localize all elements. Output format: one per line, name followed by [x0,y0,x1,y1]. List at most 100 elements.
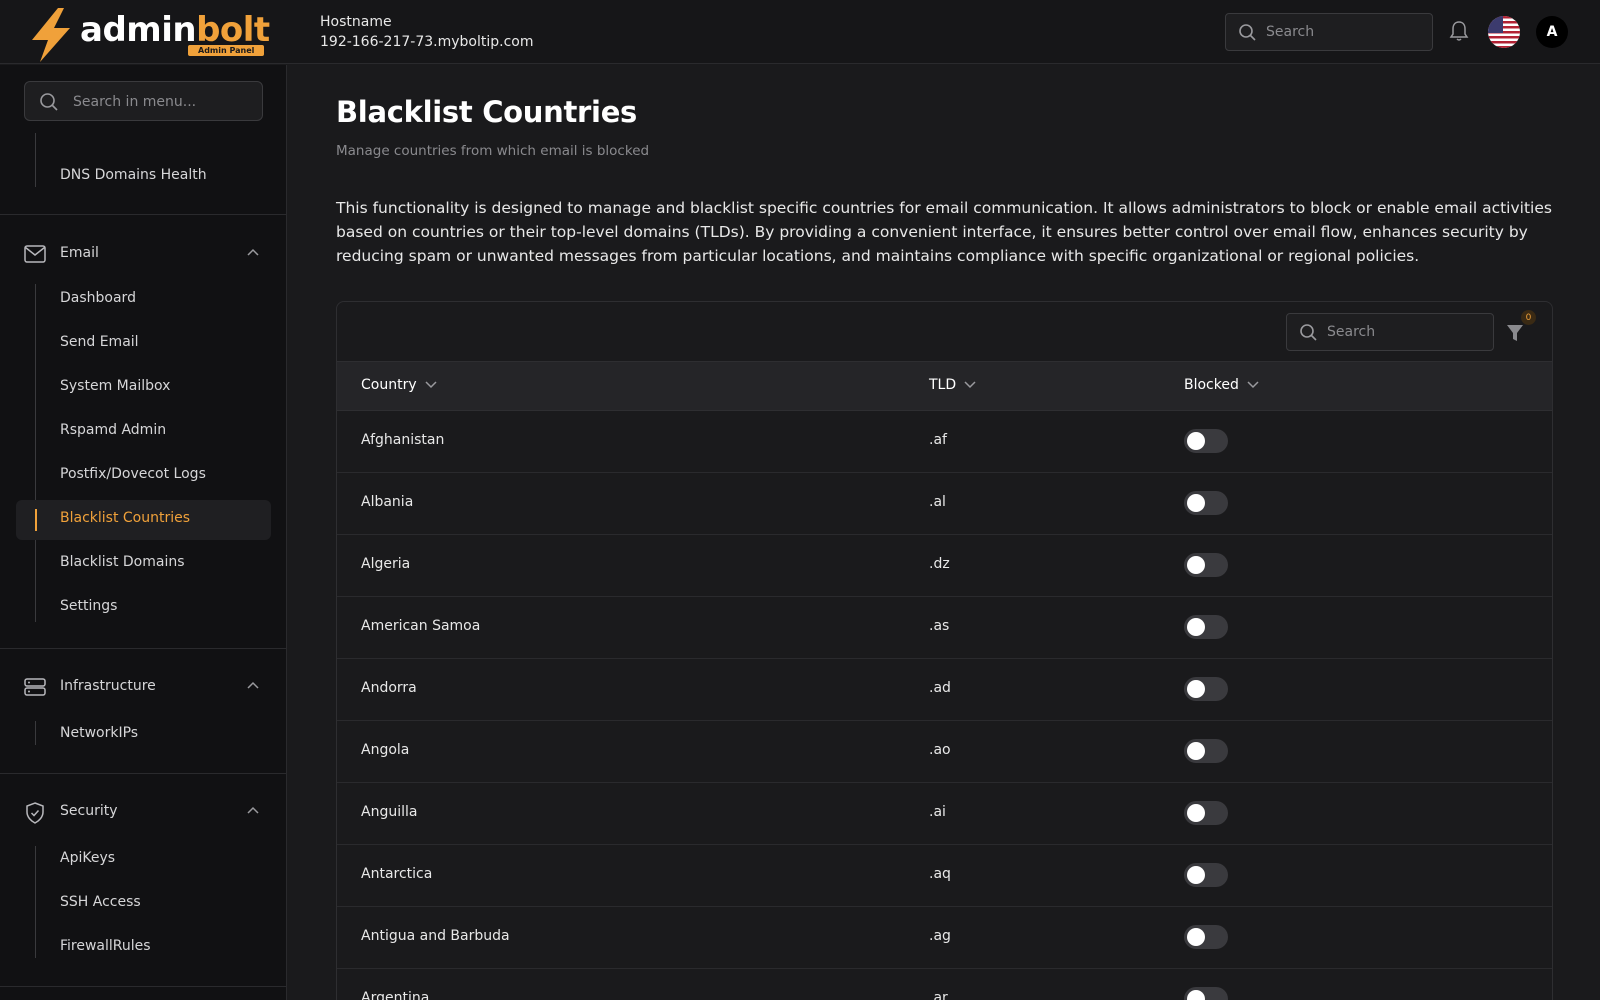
countries-table-card: 0 Country TLD Blocked Afghanistan .af [336,301,1553,1000]
country-cell: Albania [361,494,414,510]
blocked-toggle[interactable] [1184,987,1228,1000]
tld-cell: .ar [929,990,948,1000]
tld-cell: .af [929,432,947,448]
submenu-line [35,133,36,187]
tld-cell: .dz [929,556,950,572]
us-flag-icon[interactable] [1488,16,1520,48]
submenu-line [35,846,36,958]
table-row: Antarctica .aq [337,845,1552,907]
toggle-knob [1187,618,1205,636]
blocked-toggle[interactable] [1184,615,1228,639]
user-avatar[interactable]: A [1536,16,1568,48]
sidebar-group-security[interactable]: Security [24,798,263,828]
sidebar-divider [0,986,286,987]
table-search[interactable] [1286,313,1494,351]
chevron-down-icon [1247,381,1259,389]
menu-search-input[interactable] [73,92,253,112]
table-row: Albania .al [337,473,1552,535]
sidebar-item-blacklist-domains[interactable]: Blacklist Domains [60,552,185,572]
table-row: Afghanistan .af [337,411,1552,473]
sidebar-item-networkips[interactable]: NetworkIPs [60,723,138,743]
column-header-label: TLD [929,377,957,393]
country-cell: Antigua and Barbuda [361,928,510,944]
toggle-knob [1187,804,1205,822]
tld-cell: .ai [929,804,946,820]
sidebar-group-email[interactable]: Email [24,240,263,270]
blocked-toggle[interactable] [1184,429,1228,453]
table-search-input[interactable] [1327,322,1477,342]
sidebar-divider [0,773,286,774]
column-header-label: Blocked [1184,377,1239,393]
hostname-block: Hostname 192-166-217-73.myboltip.com [320,13,533,53]
country-cell: American Samoa [361,618,481,634]
sidebar-item-system-mailbox[interactable]: System Mailbox [60,376,170,396]
search-icon [40,93,58,111]
country-cell: Algeria [361,556,411,572]
search-icon [1300,324,1317,341]
sidebar-group-label: Infrastructure [60,678,156,694]
sidebar-item-postfix-dovecot-logs[interactable]: Postfix/Dovecot Logs [60,464,206,484]
column-header-label: Country [361,377,417,393]
country-cell: Anguilla [361,804,418,820]
logo-badge: Admin Panel [188,45,265,56]
blocked-toggle[interactable] [1184,739,1228,763]
toggle-knob [1187,556,1205,574]
sidebar-divider [0,214,286,215]
tld-cell: .as [929,618,950,634]
toggle-knob [1187,432,1205,450]
submenu-line [35,721,36,745]
column-header-country[interactable]: Country [361,377,437,393]
bolt-logo-icon [32,8,70,62]
sidebar-item-blacklist-countries[interactable]: Blacklist Countries [60,508,190,528]
sidebar-item-apikeys[interactable]: ApiKeys [60,848,115,868]
menu-search[interactable] [24,81,263,121]
sidebar-item-dashboard[interactable]: Dashboard [60,288,136,308]
sidebar-item-ssh-access[interactable]: SSH Access [60,892,141,912]
toggle-knob [1187,928,1205,946]
bell-icon[interactable] [1449,20,1469,42]
sidebar-item-firewallrules[interactable]: FirewallRules [60,936,151,956]
chevron-up-icon [247,248,259,256]
sidebar-group-label: Security [60,803,118,819]
page-title: Blacklist Countries [336,95,638,129]
tld-cell: .al [929,494,946,510]
sidebar-item-send-email[interactable]: Send Email [60,332,139,352]
page-description: This functionality is designed to manage… [336,199,1552,265]
tld-cell: .aq [929,866,951,882]
toggle-knob [1187,680,1205,698]
logo-wordmark: adminbolt [80,10,270,50]
blocked-toggle[interactable] [1184,553,1228,577]
filter-count-badge: 0 [1521,310,1536,325]
blocked-toggle[interactable] [1184,677,1228,701]
blocked-toggle[interactable] [1184,491,1228,515]
app-logo[interactable]: adminbolt Admin Panel [28,8,270,62]
table-body: Afghanistan .af Albania .al Algeria .dz … [337,411,1552,1000]
sidebar-item-settings[interactable]: Settings [60,596,117,616]
country-cell: Afghanistan [361,432,445,448]
sidebar-item-dns-domains-health[interactable]: DNS Domains Health [60,165,207,185]
country-cell: Andorra [361,680,417,696]
active-item-indicator [35,509,37,531]
blocked-toggle[interactable] [1184,863,1228,887]
table-row: Algeria .dz [337,535,1552,597]
main-content: Blacklist Countries Manage countries fro… [288,65,1600,1000]
global-search-input[interactable] [1266,22,1416,42]
global-search[interactable] [1225,13,1433,51]
column-header-tld[interactable]: TLD [929,377,976,393]
logo-text-accent: bolt [196,10,270,50]
blocked-toggle[interactable] [1184,801,1228,825]
sidebar-group-infrastructure[interactable]: Infrastructure [24,673,263,703]
table-row: Antigua and Barbuda .ag [337,907,1552,969]
toggle-knob [1187,494,1205,512]
toggle-knob [1187,866,1205,884]
table-row: Andorra .ad [337,659,1552,721]
hostname-label: Hostname [320,14,392,30]
filter-icon[interactable] [1504,321,1530,347]
sidebar-item-rspamd-admin[interactable]: Rspamd Admin [60,420,166,440]
logo-text-primary: admin [80,10,197,50]
sidebar: DNS Domains Health Email Dashboard Send … [0,65,287,1000]
blocked-toggle[interactable] [1184,925,1228,949]
column-header-blocked[interactable]: Blocked [1184,377,1259,393]
shield-icon [26,802,44,824]
toggle-knob [1187,742,1205,760]
